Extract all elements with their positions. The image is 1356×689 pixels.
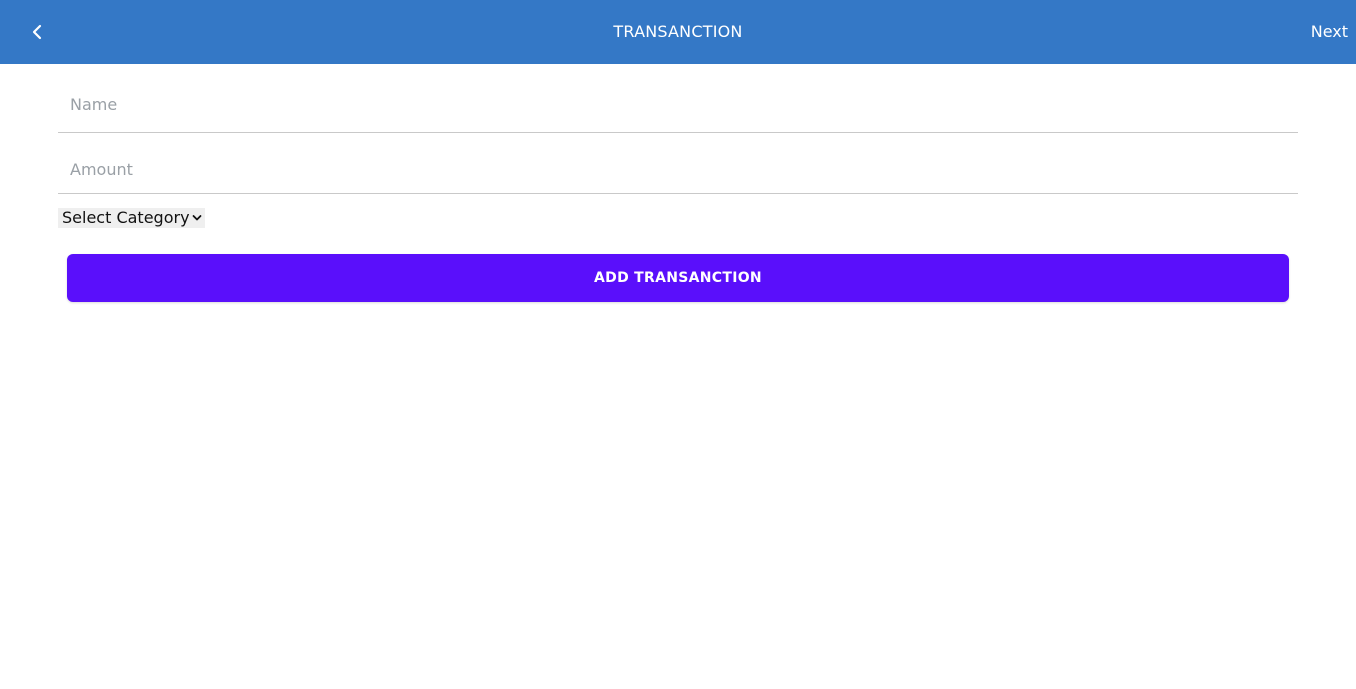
chevron-down-icon bbox=[192, 215, 201, 221]
chevron-left-icon bbox=[32, 24, 42, 40]
add-transaction-button[interactable]: ADD TRANSANCTION bbox=[67, 254, 1289, 302]
next-button[interactable]: Next bbox=[1311, 0, 1348, 64]
amount-field-wrapper bbox=[58, 133, 1298, 194]
category-select[interactable]: Select Category bbox=[58, 208, 205, 228]
app-header: TRANSANCTION Next bbox=[0, 0, 1356, 64]
amount-input[interactable] bbox=[58, 135, 1298, 193]
name-input[interactable] bbox=[58, 66, 1298, 132]
name-field-wrapper bbox=[58, 64, 1298, 133]
category-select-value: Select Category bbox=[62, 208, 190, 227]
transaction-form: Select Category bbox=[58, 64, 1298, 228]
transaction-screen: TRANSANCTION Next Select Category ADD TR… bbox=[0, 0, 1356, 689]
back-button[interactable] bbox=[22, 16, 52, 48]
page-title: TRANSANCTION bbox=[613, 22, 743, 41]
